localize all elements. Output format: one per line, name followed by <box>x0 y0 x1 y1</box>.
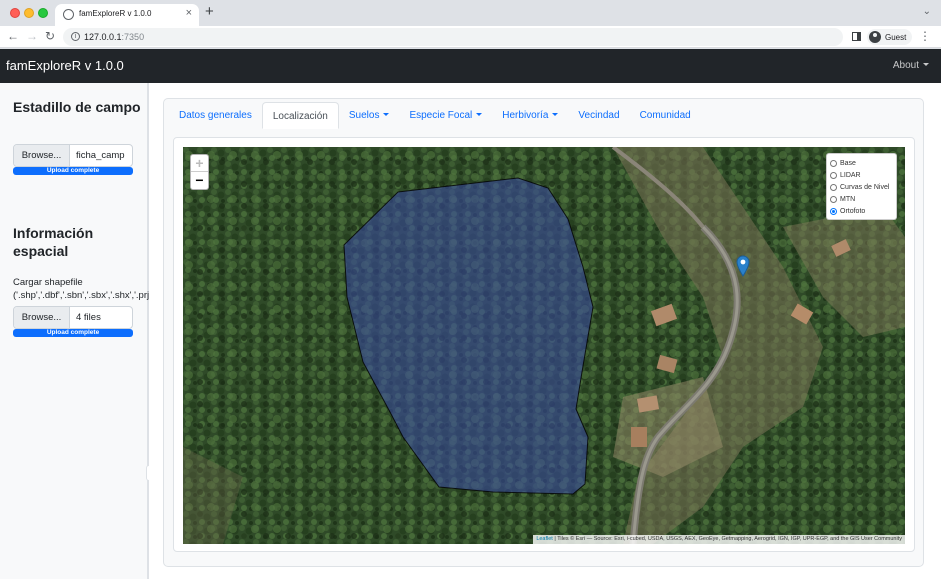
upload-progress-label: Upload complete <box>13 329 133 337</box>
forward-arrow-icon[interactable]: → <box>26 29 38 43</box>
about-label: About <box>892 60 919 71</box>
layer-radio[interactable] <box>830 195 837 203</box>
leaflet-map[interactable]: + − Base LIDAR Curvas de Nivel MTN Ortofoto … <box>183 147 905 544</box>
globe-icon <box>63 9 74 20</box>
tab-content: + − Base LIDAR Curvas de Nivel MTN Ortofoto … <box>173 137 915 552</box>
tab-label: Datos generales <box>179 110 252 121</box>
layer-option[interactable]: Ortofoto <box>830 205 893 217</box>
tab-label: Localización <box>272 111 328 122</box>
about-menu[interactable]: About <box>893 60 929 71</box>
back-arrow-icon[interactable]: ← <box>7 29 19 43</box>
zoom-in-button[interactable]: + <box>191 155 208 172</box>
maximize-window-button[interactable] <box>38 8 48 18</box>
file-name: ficha_camp <box>76 150 125 161</box>
site-info-icon[interactable]: i <box>71 32 80 41</box>
close-tab-icon[interactable]: × <box>186 7 192 19</box>
file-name: 4 files <box>76 312 101 323</box>
layer-label: Base <box>840 159 856 167</box>
app-navbar: famExploreR v 1.0.0 About <box>0 49 941 83</box>
layer-radio[interactable] <box>830 159 837 167</box>
avatar-icon <box>869 31 881 43</box>
layer-radio[interactable] <box>830 183 837 191</box>
zoom-control: + − <box>190 154 209 190</box>
tab-vecindad[interactable]: Vecindad <box>568 102 629 129</box>
upload-progress-label: Upload complete <box>13 167 133 175</box>
tab-search-chevron-icon[interactable]: ⌄ <box>923 6 931 17</box>
map-marker-icon[interactable] <box>736 255 750 277</box>
section-title-estadillo: Estadillo de campo <box>13 99 141 115</box>
browser-menu-icon[interactable]: ⋮ <box>919 29 931 43</box>
shapefile-file-input[interactable]: Browse... 4 files <box>13 306 133 329</box>
tab-suelos[interactable]: Suelos <box>339 102 400 129</box>
tab-localizacion[interactable]: Localización <box>261 102 339 129</box>
layer-label: LIDAR <box>840 171 861 179</box>
browser-tab-title: famExploreR v 1.0.0 <box>79 9 152 18</box>
main-card: Datos generales Localización Suelos Especie… <box>163 98 924 567</box>
section-title-informacion: Información espacial <box>13 225 94 259</box>
tab-label: Especie Focal <box>409 110 473 121</box>
tab-datos-generales[interactable]: Datos generales <box>169 102 262 129</box>
browse-button[interactable]: Browse... <box>14 145 70 166</box>
browser-tab[interactable]: famExploreR v 1.0.0 × <box>55 4 199 26</box>
profile-label: Guest <box>885 32 907 42</box>
main-panel: Datos generales Localización Suelos Especie… <box>149 83 941 579</box>
shapefile-label-line2: ('.shp','.dbf','.sbn','.sbx','.shx','.pr… <box>13 290 149 301</box>
nav-tabs: Datos generales Localización Suelos Especie… <box>169 102 701 129</box>
new-tab-button[interactable]: + <box>205 4 214 20</box>
tab-label: Comunidad <box>639 110 691 121</box>
profile-button[interactable]: Guest <box>867 29 913 45</box>
layer-option[interactable]: LIDAR <box>830 169 893 181</box>
upload-progress-bar: Upload complete <box>13 329 133 337</box>
side-panel-icon[interactable] <box>852 32 861 41</box>
upload-progress-bar: Upload complete <box>13 167 133 175</box>
reload-icon[interactable]: ↻ <box>45 29 55 43</box>
tab-especie-focal[interactable]: Especie Focal <box>399 102 492 129</box>
browse-button[interactable]: Browse... <box>14 307 70 328</box>
caret-down-icon <box>476 113 483 116</box>
leaflet-link[interactable]: Leaflet <box>536 536 553 542</box>
layer-label: Ortofoto <box>840 207 866 215</box>
browser-toolbar: ← → ↻ i 127.0.0.1:7350 Guest ⋮ <box>0 26 941 48</box>
shapefile-label: Cargar shapefile ('.shp','.dbf','.sbn','… <box>13 276 149 302</box>
close-window-button[interactable] <box>10 8 20 18</box>
tab-comunidad[interactable]: Comunidad <box>630 102 701 129</box>
address-bar[interactable]: i 127.0.0.1:7350 <box>63 28 843 46</box>
layer-radio[interactable] <box>830 171 837 179</box>
caret-down-icon <box>923 63 929 66</box>
tab-label: Herbivoría <box>502 110 549 121</box>
tab-label: Suelos <box>348 110 380 121</box>
estadillo-file-input[interactable]: Browse... ficha_camp <box>13 144 133 167</box>
zoom-out-button[interactable]: − <box>191 172 208 189</box>
tab-herbivoria[interactable]: Herbivoría <box>492 102 568 129</box>
caret-down-icon <box>552 113 559 116</box>
browser-tabstrip: famExploreR v 1.0.0 × + ⌄ <box>0 0 941 26</box>
layer-option[interactable]: Curvas de Nivel <box>830 181 893 193</box>
satellite-imagery <box>183 147 905 544</box>
layer-option[interactable]: Base <box>830 157 893 169</box>
shapefile-label-line1: Cargar shapefile <box>13 277 83 288</box>
layer-radio[interactable] <box>830 207 837 215</box>
layer-label: MTN <box>840 195 856 203</box>
layer-label: Curvas de Nivel <box>840 183 890 191</box>
attribution-text: | Tiles © Esri — Source: Esri, i-cubed, … <box>552 536 902 542</box>
minimize-window-button[interactable] <box>24 8 34 18</box>
map-attribution: Leaflet | Tiles © Esri — Source: Esri, i… <box>533 535 905 544</box>
url-text: 127.0.0.1:7350 <box>84 32 145 42</box>
caret-down-icon <box>383 113 390 116</box>
tab-label: Vecindad <box>578 110 620 121</box>
layer-option[interactable]: MTN <box>830 193 893 205</box>
app-brand[interactable]: famExploreR v 1.0.0 <box>6 58 124 73</box>
layers-control: Base LIDAR Curvas de Nivel MTN Ortofoto <box>826 153 897 220</box>
sidebar: Estadillo de campo Browse... ficha_camp … <box>0 83 149 579</box>
